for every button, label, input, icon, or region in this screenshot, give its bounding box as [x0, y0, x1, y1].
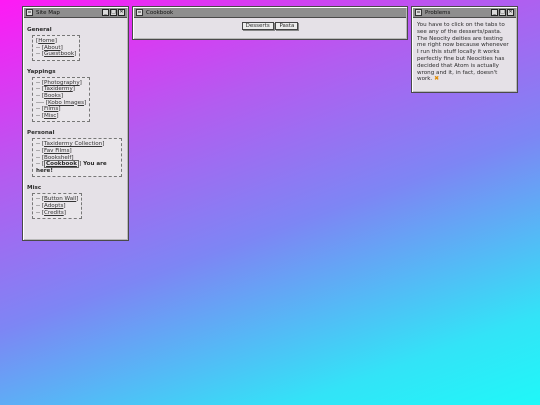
tab-desserts[interactable]: Desserts	[241, 22, 274, 30]
problems-message: You have to click on the tabs to see any…	[417, 22, 509, 83]
nav-bracket: ]	[60, 44, 63, 51]
nav-row: [Home]	[36, 38, 76, 45]
warning-icon: ✖	[434, 75, 440, 83]
nav-bracket: ]	[63, 202, 66, 209]
minimize-button[interactable]: _	[491, 9, 498, 16]
section-heading-misc: Misc	[27, 185, 42, 192]
nav-row: -- [Guestbook]	[36, 51, 76, 58]
nav-prefix: ----	[36, 99, 46, 106]
nav-row: -- [Cookbook] You are here!	[36, 160, 118, 174]
problems-title: Problems	[425, 9, 451, 16]
nav-link-adopts[interactable]: Adopts	[44, 203, 63, 209]
nav-list-yappings: -- [Photography] -- [Taxidermy] -- [Books]…	[32, 76, 91, 123]
nav-row: -- [Photography]	[36, 80, 86, 87]
window-app-icon	[26, 9, 33, 16]
nav-link-films[interactable]: Films	[44, 106, 58, 112]
site-map-titlebar[interactable]: Site Map _ □ ✕	[24, 8, 127, 18]
nav-link-taxidermy-collection[interactable]: Taxidermy Collection	[44, 141, 102, 147]
nav-list-misc: -- [Button Wall] -- [Adopts] -- [Credits]	[32, 193, 83, 220]
nav-row: -- [Adopts]	[36, 203, 78, 210]
nav-link-books[interactable]: Books	[44, 93, 61, 99]
close-button[interactable]: ✕	[507, 9, 514, 16]
nav-list-personal: -- [Taxidermy Collection] -- [Fav Films] -…	[32, 138, 122, 178]
maximize-button[interactable]: □	[110, 9, 117, 16]
nav-row: -- [Credits]	[36, 210, 78, 217]
nav-bracket: ]	[54, 38, 57, 44]
nav-link-about[interactable]: About	[44, 45, 61, 51]
nav-list-general: [Home] -- [About] -- [Guestbook]	[32, 35, 81, 61]
nav-row: -- [Taxidermy]	[36, 86, 86, 93]
nav-bracket: ]	[72, 86, 75, 93]
nav-bracket: ]	[56, 112, 59, 119]
nav-link-misc[interactable]: Misc	[44, 113, 56, 119]
nav-link-kobo-images[interactable]: Kobo Images	[48, 100, 84, 106]
nav-link-guestbook[interactable]: Guestbook	[44, 51, 74, 57]
nav-row: -- [Button Wall]	[36, 196, 78, 203]
nav-row: -- [Fav Films]	[36, 148, 118, 155]
nav-bracket: ]	[79, 79, 82, 86]
window-app-icon	[415, 9, 422, 16]
nav-bracket: ]	[69, 147, 72, 154]
nav-row: -- [Films]	[36, 106, 86, 113]
site-map-content: General [Home] -- [About] -- [Guestbook] Y…	[23, 19, 128, 227]
nav-row: ---- [Kobo Images]	[36, 100, 86, 107]
cookbook-title: Cookbook	[146, 9, 174, 16]
window-app-icon	[136, 9, 143, 16]
problems-content: You have to click on the tabs to see any…	[412, 19, 517, 86]
nav-bracket: ]	[58, 106, 61, 113]
problems-titlebar[interactable]: Problems _ □ ✕	[413, 8, 516, 18]
nav-row: -- [Misc]	[36, 113, 86, 120]
close-button[interactable]: ✕	[118, 9, 125, 16]
nav-link-credits[interactable]: Credits	[44, 210, 64, 216]
section-heading-personal: Personal	[27, 130, 55, 137]
cookbook-tab-bar: Desserts Pasta	[133, 19, 407, 30]
nav-bracket: ]	[102, 141, 105, 148]
minimize-button[interactable]: _	[102, 9, 109, 16]
section-heading-yappings: Yappings	[27, 68, 56, 75]
nav-link-fav-films[interactable]: Fav Films	[44, 148, 70, 154]
nav-link-home[interactable]: Home	[38, 38, 55, 44]
nav-link-taxidermy[interactable]: Taxidermy	[44, 86, 73, 92]
nav-row: -- [Books]	[36, 93, 86, 100]
nav-row: -- [Taxidermy Collection]	[36, 141, 118, 148]
nav-bracket: ]	[63, 209, 66, 216]
nav-bracket: ]	[84, 99, 87, 106]
site-map-title: Site Map	[36, 9, 60, 16]
section-heading-general: General	[27, 27, 52, 33]
nav-bracket: ]	[60, 92, 64, 99]
cookbook-window: Cookbook Desserts Pasta	[132, 6, 408, 40]
nav-link-button-wall[interactable]: Button Wall	[44, 196, 76, 202]
tab-pasta[interactable]: Pasta	[275, 22, 299, 30]
problems-window: Problems _ □ ✕ You have to click on the …	[411, 6, 518, 93]
nav-bracket: ]	[74, 51, 77, 58]
nav-row: -- [About]	[36, 45, 76, 52]
site-map-window: Site Map _ □ ✕ General [Home] -- [About] -…	[22, 6, 129, 241]
nav-link-photography[interactable]: Photography	[44, 80, 80, 86]
nav-bracket: ]	[76, 196, 79, 203]
cookbook-titlebar[interactable]: Cookbook	[134, 8, 406, 18]
maximize-button[interactable]: □	[499, 9, 506, 16]
